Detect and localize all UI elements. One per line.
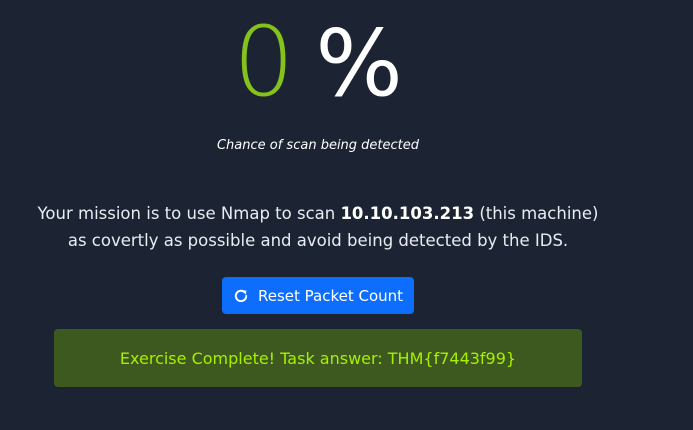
exercise-complete-alert: Exercise Complete! Task answer: THM{f744… [54,329,582,387]
target-ip: 10.10.103.213 [340,204,475,223]
percent-sign: % [315,10,403,117]
mission-suffix: (this machine) [474,204,599,223]
detection-value: 0 [233,6,294,118]
scan-panel: 0% Chance of scan being detected Your mi… [0,0,636,430]
detection-caption: Chance of scan being detected [216,138,420,153]
task-answer-message: Exercise Complete! Task answer: THM{f744… [119,348,517,368]
detection-percentage: 0% [0,14,636,110]
refresh-icon [233,288,249,304]
mission-line-2: as covertly as possible and avoid being … [67,231,569,250]
reset-packet-count-button[interactable]: Reset Packet Count [222,277,414,314]
mission-prefix: Your mission is to use Nmap to scan [37,204,341,223]
mission-text: Your mission is to use Nmap to scan 10.1… [0,200,636,254]
reset-button-label: Reset Packet Count [257,286,404,305]
